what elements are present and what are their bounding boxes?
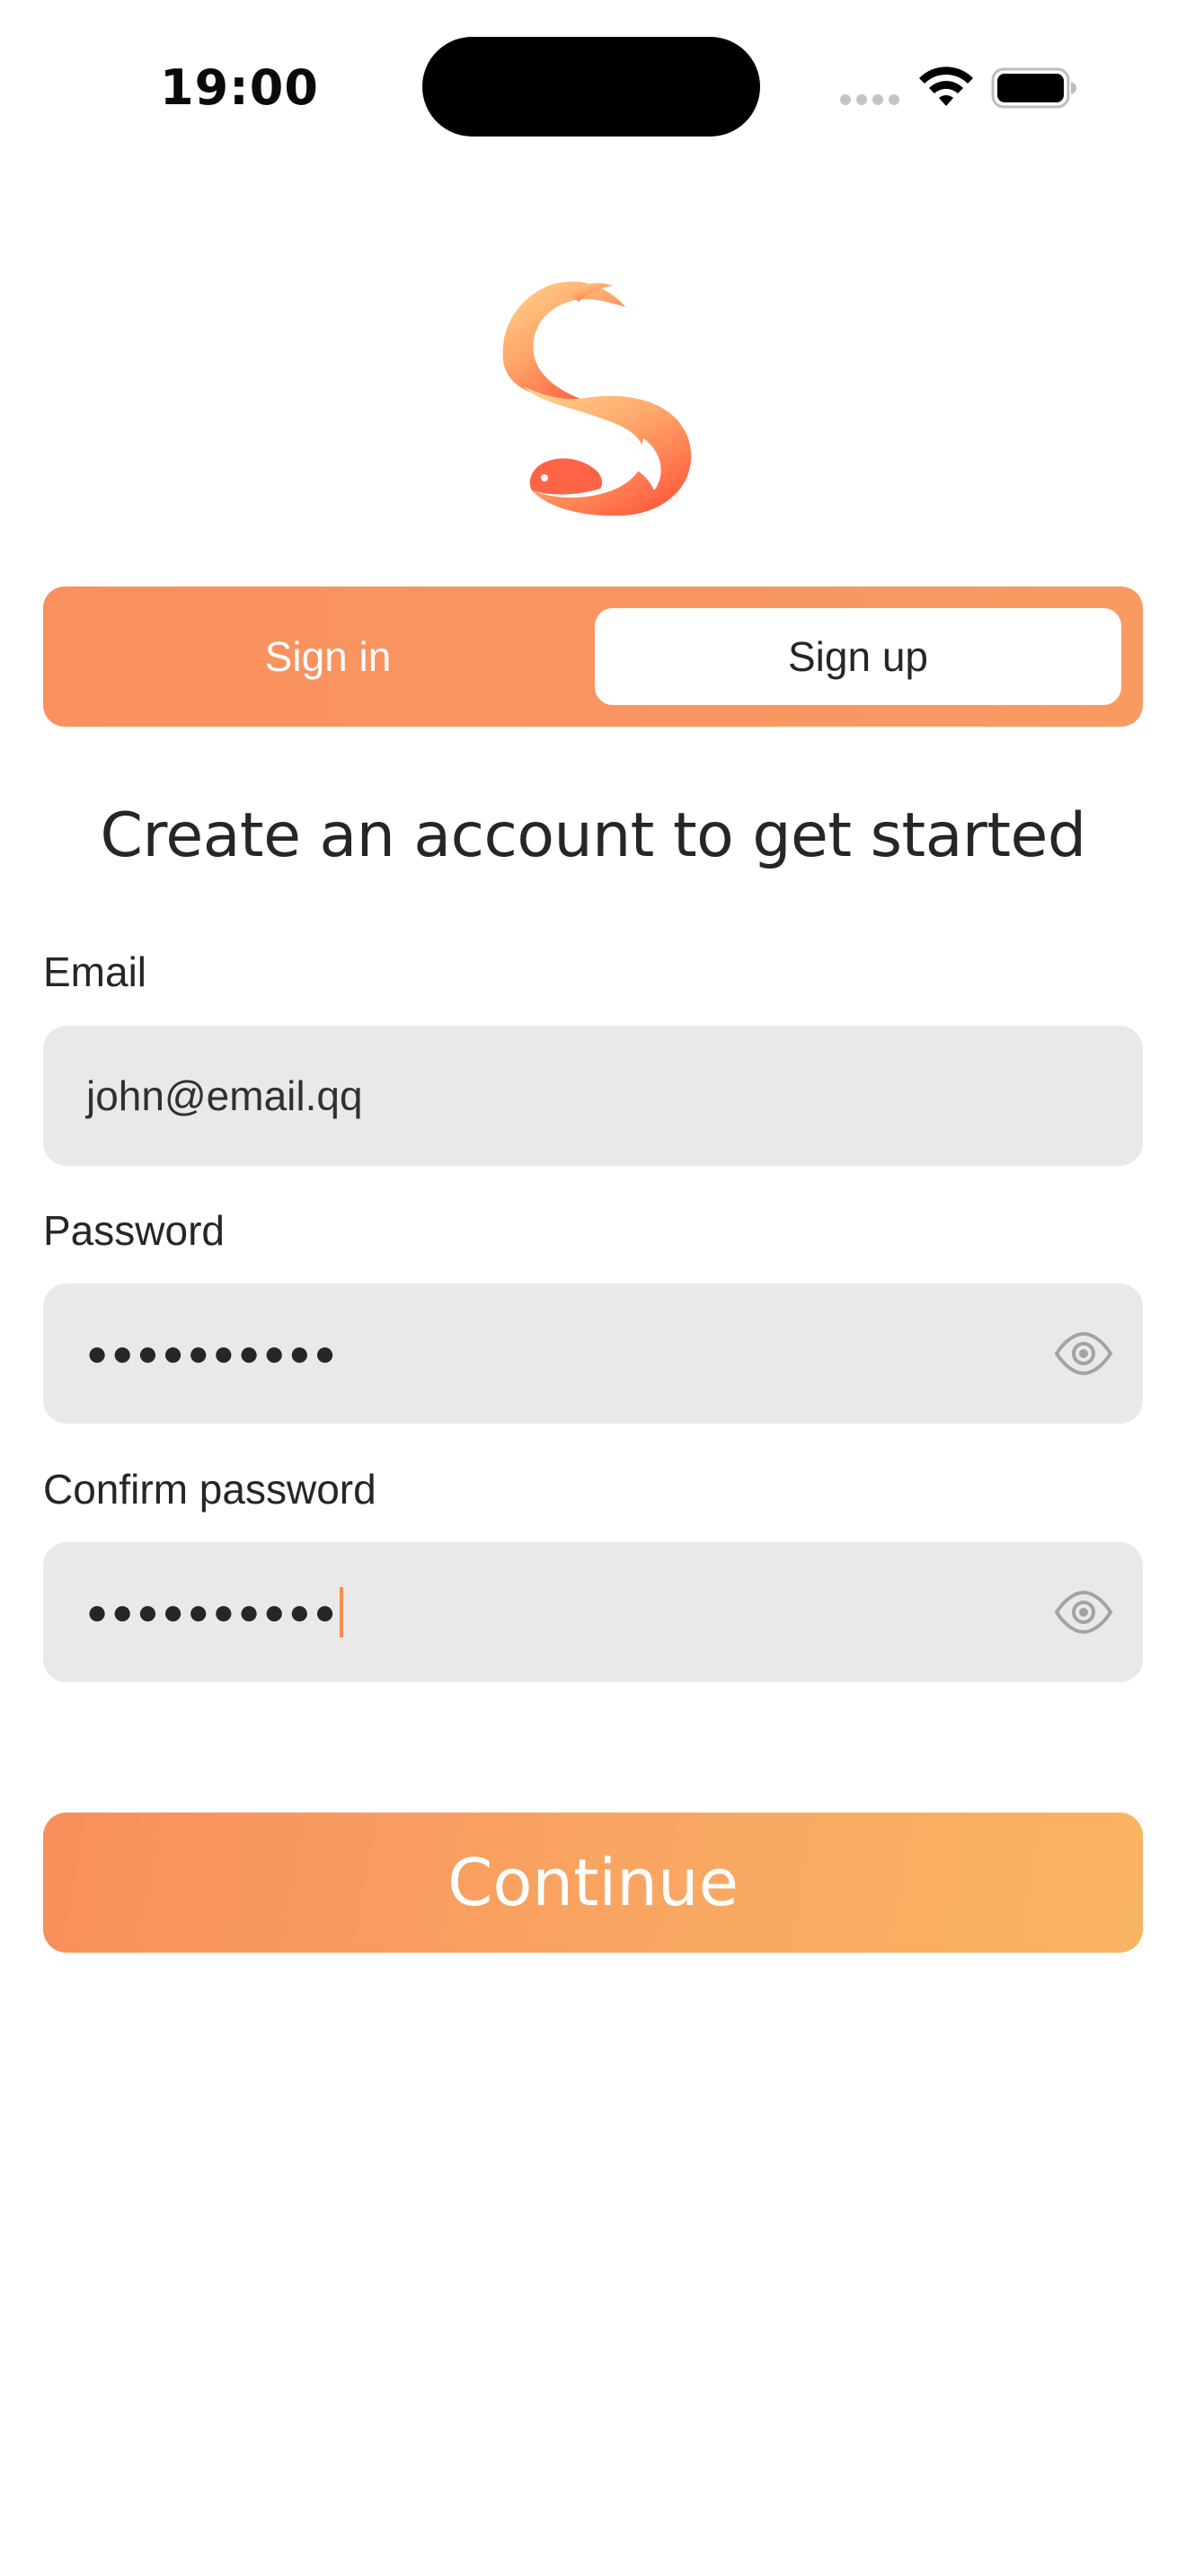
page-title: Create an account to get started [100,800,1086,871]
confirm-password-label: Confirm password [43,1466,376,1513]
continue-button[interactable]: Continue [43,1813,1143,1953]
confirm-password-masked-text: ●●●●●●●●●● [86,1592,340,1632]
password-field[interactable]: ●●●●●●●●●● [43,1284,1143,1424]
battery-icon [991,67,1076,109]
password-label: Password [43,1207,225,1254]
auth-mode-segmented-control: Sign in Sign up [43,587,1143,727]
wifi-icon [919,66,973,106]
tab-sign-in[interactable]: Sign in [65,608,591,705]
confirm-password-field[interactable]: ●●●●●●●●●● [43,1542,1143,1682]
signal-dots-icon [840,94,899,105]
email-value: john@email.qq [86,1072,363,1119]
text-cursor [339,1587,343,1637]
dynamic-island [422,37,760,137]
status-time: 19:00 [160,59,319,116]
eye-icon[interactable] [1053,1589,1114,1636]
confirm-password-value: ●●●●●●●●●● [86,1542,343,1682]
app-logo [502,281,692,516]
password-value: ●●●●●●●●●● [86,1284,340,1424]
password-masked-text: ●●●●●●●●●● [86,1333,340,1373]
eye-icon[interactable] [1053,1330,1114,1377]
tab-sign-up[interactable]: Sign up [595,608,1121,705]
email-field[interactable]: john@email.qq [43,1026,1143,1166]
email-label: Email [43,948,147,995]
